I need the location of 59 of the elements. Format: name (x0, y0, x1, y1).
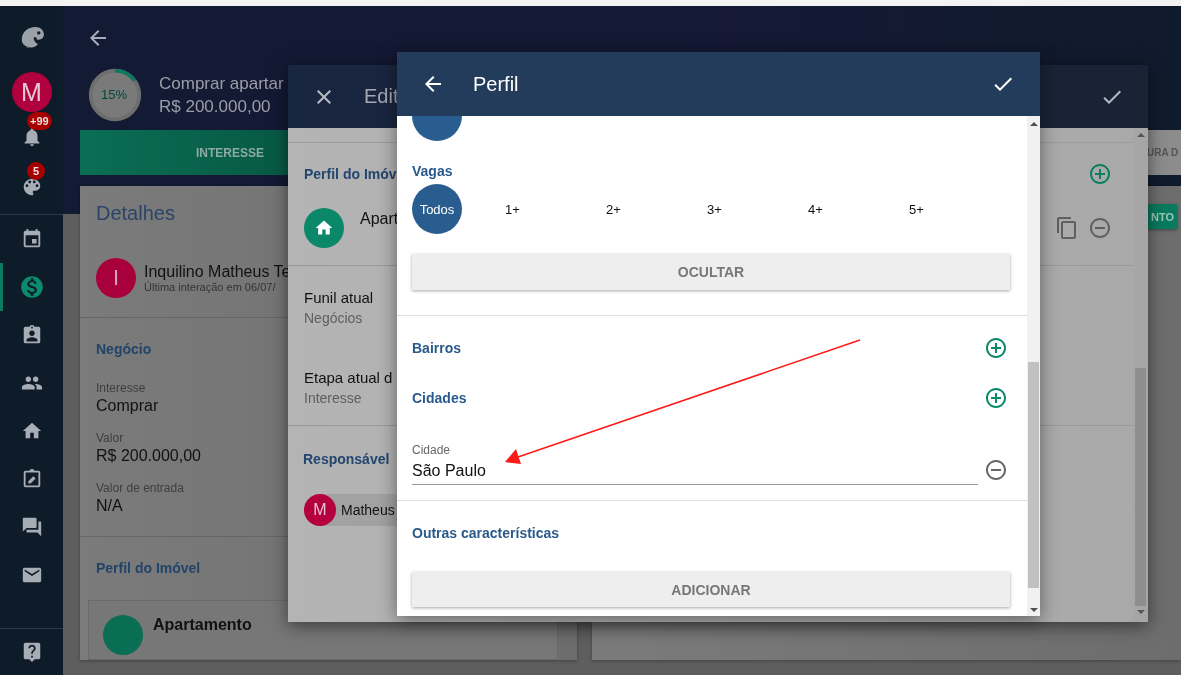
owner-name: Matheus (341, 502, 395, 518)
remove-icon[interactable] (1088, 216, 1112, 240)
filter-option[interactable]: 3+ (664, 184, 765, 234)
scrollbar[interactable] (1027, 116, 1040, 616)
filter-option[interactable]: 5+ (866, 184, 967, 234)
field-value: Comprar (96, 396, 159, 416)
last-interaction: Última interação em 06/07/ (144, 280, 276, 294)
filter-option[interactable]: 2+ (563, 184, 664, 234)
owner-avatar: M (304, 494, 336, 526)
count-badge: +99 (27, 112, 52, 130)
filter-option[interactable]: 4+ (765, 184, 866, 234)
field-value: R$ 200.000,00 (96, 446, 201, 466)
dialog-title: Edit (364, 85, 399, 108)
dollar-icon (18, 274, 45, 300)
count-badge: 5 (27, 162, 45, 180)
field-label: Interesse (96, 381, 146, 395)
remove-icon[interactable] (984, 458, 1008, 482)
section-heading: Cidades (412, 390, 467, 406)
filter-option[interactable]: Todos (412, 184, 462, 234)
field-value: N/A (96, 496, 123, 516)
field-label: Valor de entrada (96, 481, 184, 495)
chat-icon (20, 516, 43, 538)
add-icon[interactable] (984, 386, 1008, 410)
property-type: Apart (360, 210, 399, 228)
user-avatar[interactable]: M (11, 72, 52, 112)
scrollbar-thumb[interactable] (1135, 368, 1146, 606)
city-field[interactable]: São Paulo (412, 458, 978, 485)
section-heading: Responsável (303, 450, 390, 469)
deal-title: Comprar apartar (159, 73, 284, 95)
filter-label: Vagas (412, 162, 453, 181)
field-label: Cidade (412, 442, 451, 458)
progress-ring (87, 67, 143, 123)
scrollbar-thumb[interactable] (1028, 362, 1039, 588)
scroll-down-icon[interactable] (1136, 610, 1145, 614)
property-type: Apartamento (153, 616, 252, 635)
house-icon (304, 208, 344, 248)
section-heading: Perfil do Imóvel (96, 560, 201, 576)
section-heading: Bairros (412, 340, 462, 356)
contact-avatar: I (96, 258, 136, 298)
section-heading: Negócio (96, 341, 152, 357)
copy-icon[interactable] (1055, 216, 1079, 240)
hide-button[interactable]: OCULTAR (412, 254, 1010, 290)
field-label: Etapa atual d (304, 368, 393, 388)
scroll-up-icon[interactable] (1136, 133, 1145, 137)
field-label: Funil atual (304, 288, 374, 308)
card-title: Detalhes (96, 202, 175, 224)
add-button[interactable]: ADICIONAR (412, 572, 1010, 607)
field-value: Negócios (304, 309, 363, 328)
section-heading: Outras características (412, 524, 560, 543)
scroll-up-icon[interactable] (1029, 122, 1038, 126)
field-value: Interesse (304, 389, 362, 408)
scrollbar[interactable] (1133, 128, 1148, 622)
deal-value: R$ 200.000,00 (159, 96, 271, 118)
scroll-down-icon[interactable] (1029, 608, 1038, 612)
field-label: Valor (96, 431, 124, 445)
progress-percent: 15% (101, 87, 128, 102)
filter-option[interactable]: 1+ (462, 184, 563, 234)
add-icon[interactable] (984, 336, 1008, 360)
dialog-title: Perfil (473, 72, 519, 96)
